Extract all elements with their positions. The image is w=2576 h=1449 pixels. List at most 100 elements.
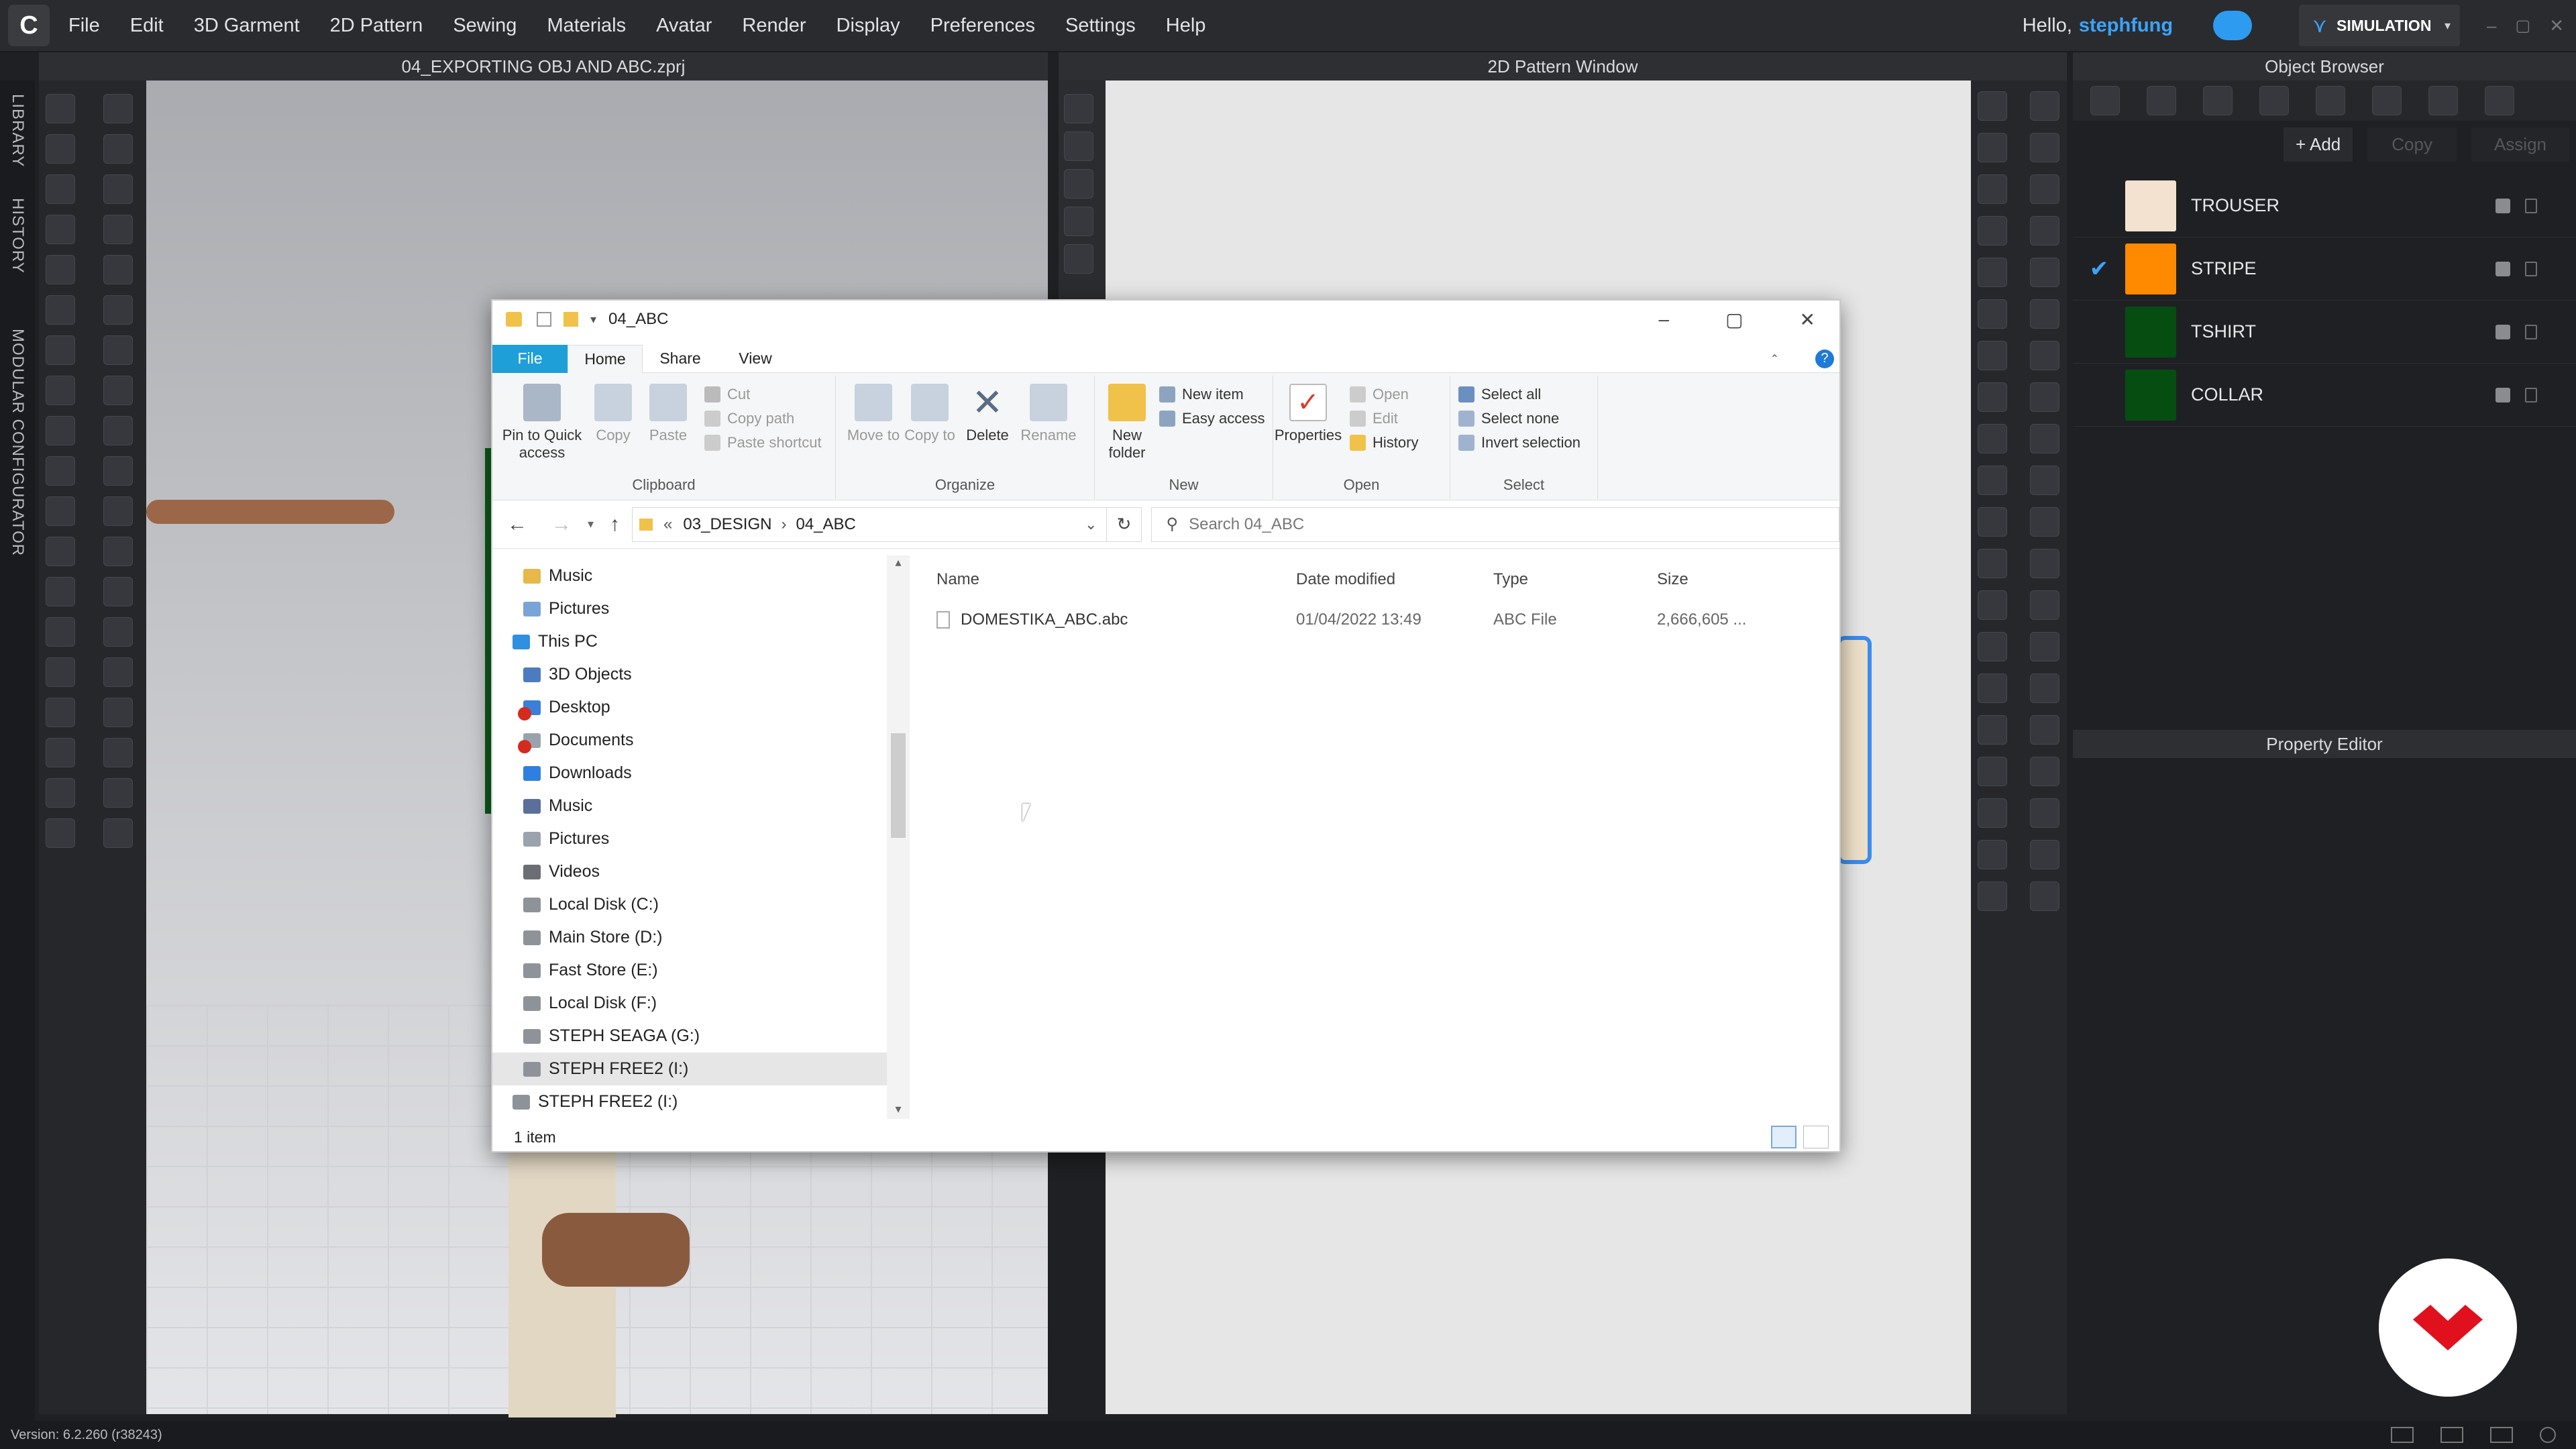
menu-file[interactable]: File (68, 15, 100, 37)
pattern-tool-icon[interactable] (2030, 424, 2059, 453)
pattern-tool-icon[interactable] (1978, 757, 2007, 786)
new-folder-quick-icon[interactable] (564, 312, 578, 327)
large-icons-view-icon[interactable] (1803, 1126, 1829, 1148)
menu-edit[interactable]: Edit (130, 15, 164, 37)
copy-path-button[interactable]: Copy path (704, 407, 822, 431)
garment-tool-icon[interactable] (46, 376, 75, 405)
menu-preferences[interactable]: Preferences (930, 15, 1035, 37)
garment-tool-icon[interactable] (103, 698, 133, 727)
column-size[interactable]: Size (1657, 570, 1688, 589)
column-name[interactable]: Name (936, 570, 1296, 589)
pattern-tool-icon[interactable] (1978, 341, 2007, 370)
minimize-icon[interactable]: – (2487, 15, 2496, 36)
garment-tool-icon[interactable] (103, 335, 133, 365)
garment-tool-icon[interactable] (46, 456, 75, 486)
edit-icon[interactable] (2496, 198, 2510, 213)
tab-share[interactable]: Share (643, 350, 718, 368)
garment-tool-icon[interactable] (103, 295, 133, 325)
garment-tool-icon[interactable] (46, 134, 75, 164)
trim-tab-icon[interactable] (2428, 86, 2458, 115)
nav-item[interactable]: Documents (492, 724, 908, 757)
pattern-tool-icon[interactable] (1978, 466, 2007, 495)
tab-file[interactable]: File (492, 344, 568, 373)
pattern-display-tool-icon[interactable] (1064, 131, 1093, 161)
garment-tool-icon[interactable] (46, 335, 75, 365)
menu-display[interactable]: Display (837, 15, 900, 37)
delete-icon[interactable] (2525, 261, 2537, 276)
menu-avatar[interactable]: Avatar (656, 15, 712, 37)
pattern-tool-icon[interactable] (2030, 174, 2059, 204)
pattern-display-tool-icon[interactable] (1064, 169, 1093, 199)
line-tab-icon[interactable] (2316, 86, 2345, 115)
pattern-tool-icon[interactable] (1978, 590, 2007, 620)
pattern-display-tool-icon[interactable] (1064, 207, 1093, 236)
copy-to-button[interactable]: Copy to (903, 384, 957, 444)
search-box[interactable]: ⚲ Search 04_ABC (1150, 506, 1839, 542)
address-overflow[interactable]: « (663, 515, 672, 534)
edit-icon[interactable] (2496, 261, 2510, 276)
column-date-modified[interactable]: Date modified (1296, 570, 1493, 589)
material-swatch[interactable] (2125, 369, 2176, 421)
menu-2d-pattern[interactable]: 2D Pattern (330, 15, 423, 37)
tab-view[interactable]: View (718, 350, 793, 368)
address-dropdown-icon[interactable]: ⌄ (1085, 516, 1097, 533)
pattern-tool-icon[interactable] (2030, 341, 2059, 370)
pattern-tool-icon[interactable] (1978, 258, 2007, 287)
modular-configurator-tab[interactable]: MODULAR CONFIGURATOR (8, 329, 27, 556)
nav-item[interactable]: Downloads (492, 757, 908, 790)
invert-selection-button[interactable]: Invert selection (1458, 431, 1580, 455)
menu-render[interactable]: Render (742, 15, 806, 37)
address-bar[interactable]: « 03_DESIGN › 04_ABC ⌄ (632, 506, 1108, 542)
garment-tool-icon[interactable] (103, 134, 133, 164)
help-icon[interactable]: ? (1815, 349, 1834, 368)
garment-tool-icon[interactable] (46, 778, 75, 808)
garment-tool-icon[interactable] (46, 738, 75, 767)
garment-tool-icon[interactable] (103, 174, 133, 204)
copy-button[interactable]: Copy (586, 384, 640, 444)
rename-button[interactable]: Rename (1018, 384, 1079, 444)
garment-tool-icon[interactable] (103, 818, 133, 848)
delete-icon[interactable] (2525, 324, 2537, 339)
nav-item[interactable]: Videos (492, 855, 908, 888)
menu-3d-garment[interactable]: 3D Garment (194, 15, 300, 37)
delete-button[interactable]: ✕ Delete (961, 384, 1014, 444)
nav-item[interactable]: Music (492, 790, 908, 822)
nav-item[interactable]: Music (492, 559, 908, 592)
edit-icon[interactable] (2496, 324, 2510, 339)
pattern-tool-icon[interactable] (2030, 674, 2059, 703)
garment-tool-icon[interactable] (46, 94, 75, 123)
pattern-tool-icon[interactable] (1978, 798, 2007, 828)
pattern-tool-icon[interactable] (2030, 715, 2059, 745)
scroll-down-icon[interactable]: ▾ (887, 1102, 910, 1116)
pattern-display-tool-icon[interactable] (1064, 94, 1093, 123)
paste-button[interactable]: Paste (641, 384, 695, 444)
file-row[interactable]: DOMESTIKA_ABC.abc 01/04/2022 13:49 ABC Fil… (918, 604, 1839, 636)
new-folder-button[interactable]: New folder (1100, 384, 1154, 462)
measure-tab-icon[interactable] (2259, 86, 2289, 115)
details-view-icon[interactable] (1771, 1126, 1796, 1148)
nav-item[interactable]: Main Store (D:) (492, 921, 908, 954)
pattern-tool-icon[interactable] (2030, 216, 2059, 246)
pin-quick-access-button[interactable]: Pin to Quick access (502, 384, 582, 462)
garment-tool-icon[interactable] (103, 657, 133, 687)
object-item[interactable]: ✔ STRIPE (2073, 237, 2576, 301)
pattern-tool-icon[interactable] (1978, 715, 2007, 745)
minimize-icon[interactable]: – (1658, 309, 1669, 331)
back-icon[interactable]: ← (507, 513, 527, 536)
refresh-icon[interactable] (2540, 1427, 2556, 1443)
pattern-tool-icon[interactable] (2030, 299, 2059, 329)
pattern-tool-icon[interactable] (2030, 91, 2059, 121)
pattern-tool-icon[interactable] (1978, 174, 2007, 204)
material-swatch[interactable] (2125, 243, 2176, 294)
button-tab-icon[interactable] (2485, 86, 2514, 115)
garment-tool-icon[interactable] (46, 255, 75, 284)
column-type[interactable]: Type (1493, 570, 1657, 589)
garment-tool-icon[interactable] (46, 818, 75, 848)
pattern-tool-icon[interactable] (1978, 549, 2007, 578)
pattern-tool-icon[interactable] (1978, 881, 2007, 911)
maximize-icon[interactable]: ▢ (2516, 16, 2531, 36)
nav-item[interactable]: Local Disk (F:) (492, 987, 908, 1020)
garment-tool-icon[interactable] (103, 738, 133, 767)
menu-settings[interactable]: Settings (1065, 15, 1136, 37)
history-tab[interactable]: HISTORY (8, 198, 27, 274)
